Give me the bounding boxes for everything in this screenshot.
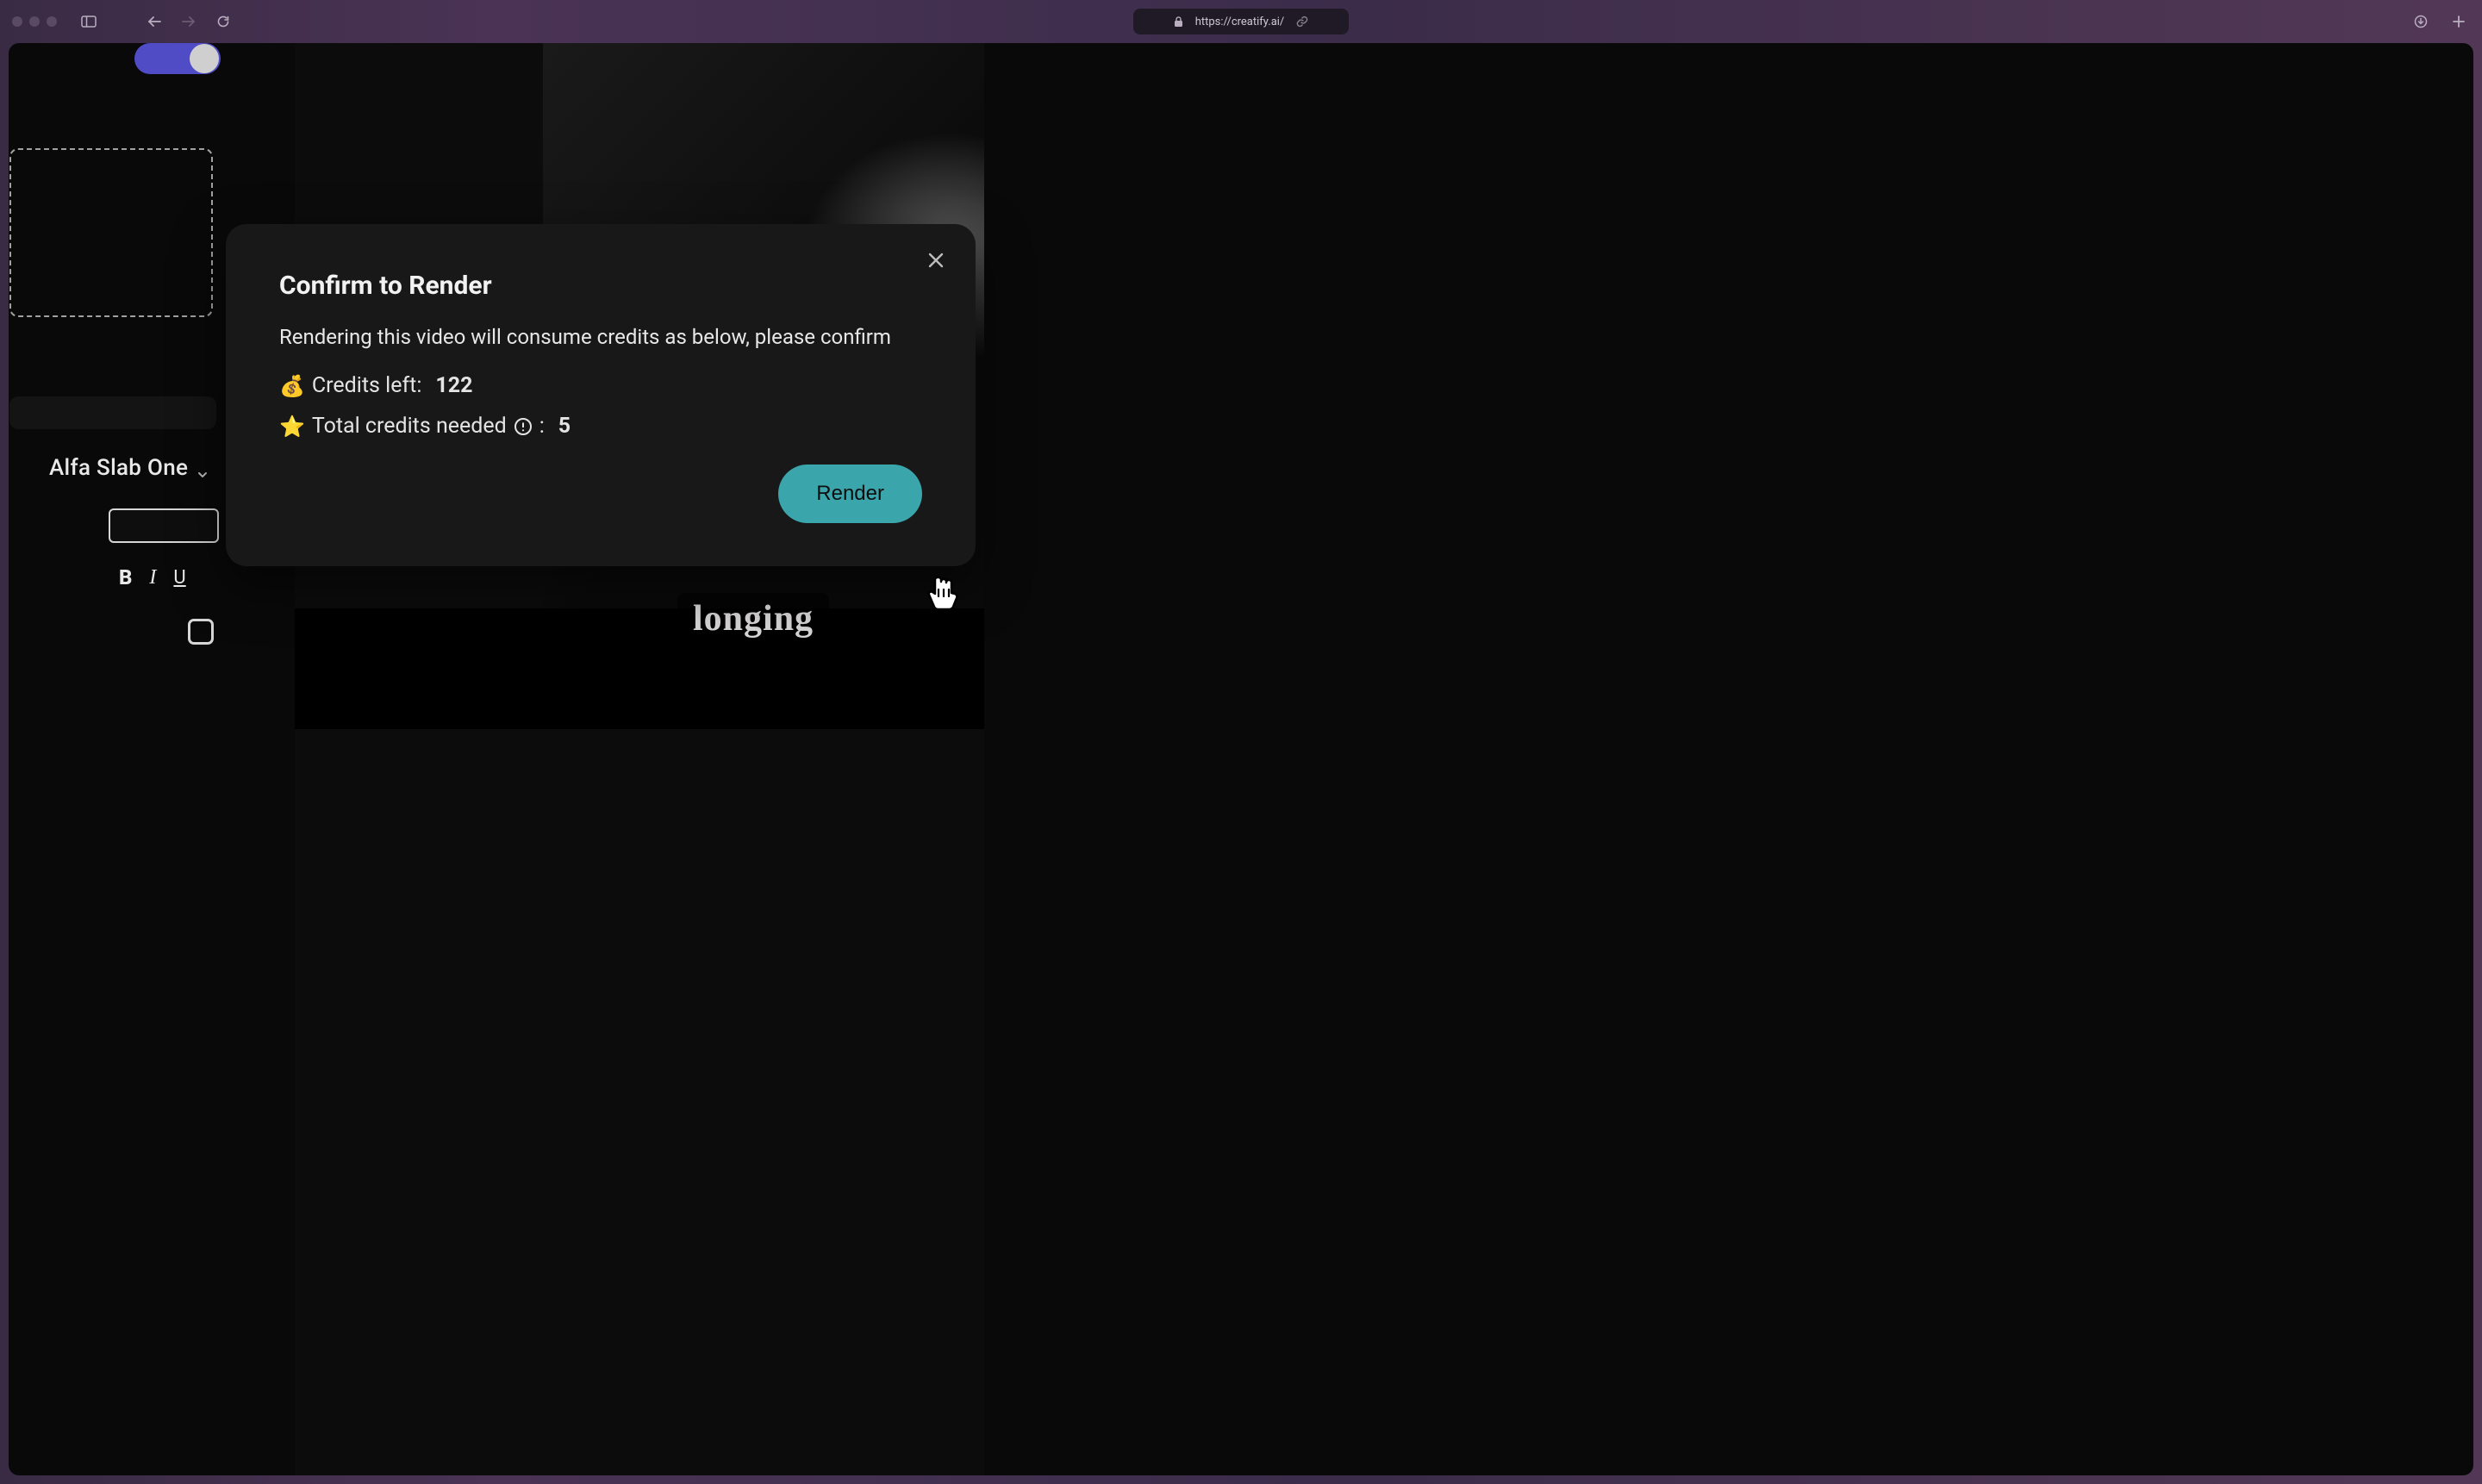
- credits-needed-row: ⭐ Total credits needed : 5: [279, 414, 922, 439]
- font-name-label: Alfa Slab One: [49, 455, 188, 481]
- chevron-down-icon: [196, 461, 210, 475]
- credits-needed-value: 5: [558, 414, 571, 439]
- italic-button[interactable]: I: [149, 566, 156, 589]
- browser-toolbar: https://creatify.ai/: [0, 0, 2482, 43]
- feature-toggle[interactable]: [134, 43, 221, 74]
- confirm-render-modal: Confirm to Render Rendering this video w…: [226, 224, 976, 566]
- maximize-window-dot[interactable]: [47, 16, 57, 27]
- toggle-knob: [190, 44, 219, 73]
- window-controls: [12, 16, 57, 27]
- credits-needed-label: Total credits needed: [312, 414, 507, 439]
- color-swatch[interactable]: [109, 508, 219, 543]
- font-selector[interactable]: Alfa Slab One: [49, 455, 210, 481]
- render-button[interactable]: Render: [778, 465, 922, 523]
- info-icon[interactable]: [514, 417, 533, 436]
- credits-left-label: Credits left:: [312, 373, 422, 398]
- bold-button[interactable]: B: [119, 565, 132, 589]
- address-url-text: https://creatify.ai/: [1195, 16, 1285, 28]
- close-button[interactable]: [919, 243, 953, 277]
- close-window-dot[interactable]: [12, 16, 22, 27]
- sidebar-toggle-icon[interactable]: [78, 10, 100, 33]
- forward-icon: [178, 10, 200, 33]
- caption-overlay: longing: [677, 593, 829, 648]
- downloads-icon[interactable]: [2410, 10, 2432, 33]
- back-icon[interactable]: [143, 10, 165, 33]
- modal-description: Rendering this video will consume credit…: [279, 325, 922, 349]
- app-viewport: longing Alfa Slab One B I U Confirm to R…: [9, 43, 2473, 1475]
- credits-left-row: 💰 Credits left: 122: [279, 373, 922, 398]
- address-bar[interactable]: https://creatify.ai/: [1133, 9, 1349, 34]
- star-icon: ⭐: [279, 415, 305, 439]
- preview-lower: [295, 608, 984, 729]
- credits-left-value: 122: [435, 373, 472, 398]
- minimize-window-dot[interactable]: [29, 16, 40, 27]
- lock-icon: [1174, 16, 1183, 28]
- checkbox[interactable]: [188, 619, 214, 645]
- option-bar[interactable]: [9, 396, 216, 429]
- colon: :: [539, 414, 545, 439]
- upload-dropzone[interactable]: [9, 148, 213, 317]
- modal-title: Confirm to Render: [279, 271, 922, 301]
- new-tab-icon[interactable]: [2448, 10, 2470, 33]
- reload-icon[interactable]: [212, 10, 234, 33]
- share-link-icon[interactable]: [1296, 16, 1308, 28]
- money-bag-icon: 💰: [279, 374, 305, 398]
- text-style-row: B I U: [119, 565, 186, 589]
- underline-button[interactable]: U: [173, 567, 185, 589]
